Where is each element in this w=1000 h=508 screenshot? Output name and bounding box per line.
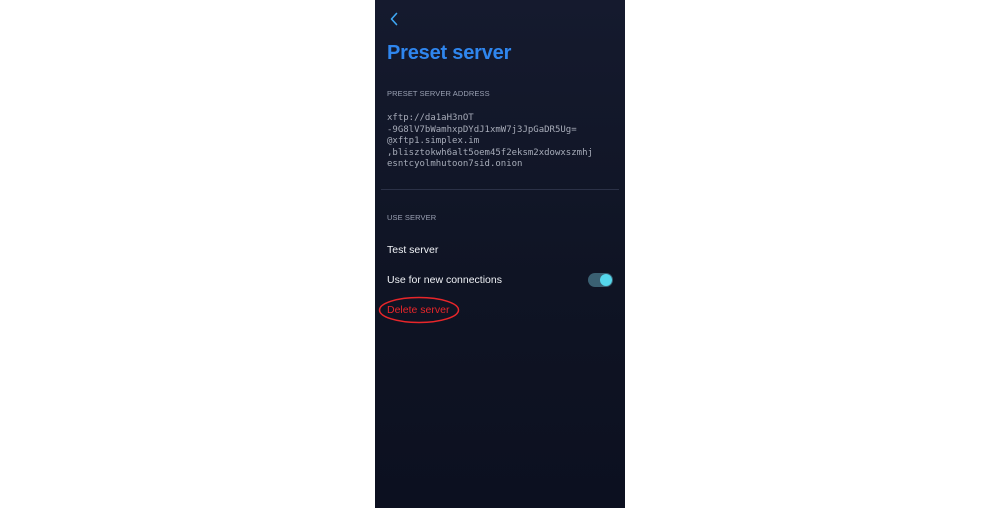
preset-address-section-label: PRESET SERVER ADDRESS (387, 89, 490, 98)
use-for-new-connections-label: Use for new connections (387, 274, 502, 286)
highlight-ellipse (378, 296, 460, 324)
server-address-line: esntcyolmhutoon7sid.onion (387, 159, 523, 169)
server-address-line: ,blisztokwh6alt5oem45f2eksm2xdowxszmhj (387, 147, 593, 158)
server-address[interactable]: xftp://da1aH3nOT -9G8lV7bWamhxpDYdJ1xmW7… (387, 113, 617, 171)
back-button[interactable] (385, 9, 403, 29)
test-server-button[interactable]: Test server (387, 239, 613, 261)
page-title: Preset server (387, 42, 512, 64)
server-address-line: @xftp1.simplex.im (387, 136, 480, 146)
toggle-knob (600, 274, 612, 286)
use-server-section-label: USE SERVER (387, 213, 437, 222)
use-for-new-connections-row: Use for new connections (387, 269, 613, 291)
test-server-label: Test server (387, 244, 439, 256)
section-divider (381, 189, 619, 190)
server-address-line: xftp://da1aH3nOT (387, 113, 474, 123)
phone-screen: Preset server PRESET SERVER ADDRESS xftp… (375, 0, 625, 508)
server-address-line: -9G8lV7bWamhxpDYdJ1xmW7j3JpGaDR5Ug= (387, 124, 577, 135)
chevron-left-icon (390, 12, 398, 26)
use-for-new-connections-toggle[interactable] (588, 273, 613, 287)
